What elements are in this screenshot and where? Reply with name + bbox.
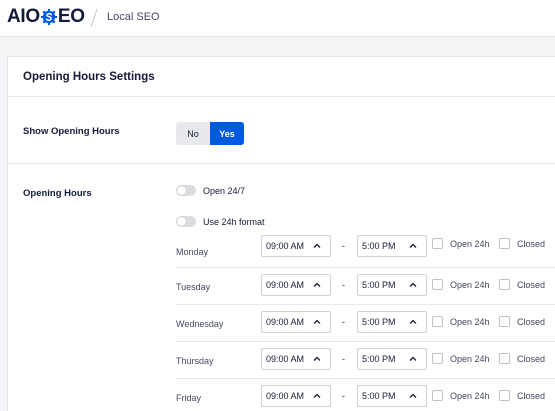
- day-row-thursday: Thursday 09:00 AM - 5:00 PM Open 24h Clo…: [176, 341, 555, 378]
- day-row-tuesday: Tuesday 09:00 AM - 5:00 PM Open 24h Clos…: [176, 267, 555, 304]
- chevron-up-icon: [409, 393, 417, 398]
- closed-checkbox[interactable]: [499, 353, 510, 364]
- closed-label: Closed: [517, 316, 546, 327]
- open-time-select[interactable]: 09:00 AM: [261, 385, 331, 407]
- closed-checkbox[interactable]: [499, 238, 510, 249]
- day-row-monday: Monday 09:00 AM - 5:00 PM Open 24h Close…: [176, 234, 555, 271]
- chevron-up-icon: [313, 319, 321, 324]
- open-24h-option: Open 24h: [432, 390, 490, 401]
- closed-option: Closed: [499, 279, 545, 290]
- open-24h-option: Open 24h: [432, 316, 490, 327]
- open-24h-option: Open 24h: [432, 279, 490, 290]
- closed-option: Closed: [499, 316, 545, 327]
- open-247-label: Open 24/7: [203, 185, 246, 196]
- open-24h-checkbox[interactable]: [432, 238, 443, 249]
- open-24h-option: Open 24h: [432, 238, 490, 249]
- use-24h-switch[interactable]: [176, 216, 196, 227]
- close-time-select[interactable]: 5:00 PM: [357, 274, 427, 296]
- chevron-up-icon: [313, 356, 321, 361]
- closed-checkbox[interactable]: [499, 279, 510, 290]
- open-24h-checkbox[interactable]: [432, 316, 443, 327]
- chevron-up-icon: [313, 243, 321, 248]
- open-24h-label: Open 24h: [450, 353, 490, 364]
- open-time-select[interactable]: 09:00 AM: [261, 274, 331, 296]
- card-title: Opening Hours Settings: [23, 71, 155, 83]
- breadcrumb-current: Local SEO: [107, 11, 160, 23]
- opening-hours-card: Opening Hours Settings Show Opening Hour…: [7, 56, 555, 411]
- logo-prefix: AIO: [7, 6, 40, 27]
- day-name: Tuesday: [176, 282, 211, 292]
- open-24h-option: Open 24h: [432, 353, 490, 364]
- logo-suffix: EO: [57, 6, 85, 27]
- show-hours-toggle: No Yes: [176, 122, 244, 145]
- use-24h-toggle-row: Use 24h format: [176, 216, 265, 227]
- time-separator: -: [342, 317, 345, 327]
- chevron-up-icon: [409, 243, 417, 248]
- top-bar: AIO EO Local SEO: [0, 0, 555, 37]
- open-24h-checkbox[interactable]: [432, 353, 443, 364]
- closed-label: Closed: [517, 238, 546, 249]
- opening-hours-label: Opening Hours: [23, 188, 92, 199]
- day-row-wednesday: Wednesday 09:00 AM - 5:00 PM Open 24h Cl…: [176, 304, 555, 341]
- open-time-select[interactable]: 09:00 AM: [261, 235, 331, 257]
- day-row-friday: Friday 09:00 AM - 5:00 PM Open 24h Close…: [176, 378, 555, 411]
- aioseo-logo[interactable]: AIO EO: [7, 7, 85, 27]
- chevron-up-icon: [313, 393, 321, 398]
- open-time-select[interactable]: 09:00 AM: [261, 348, 331, 370]
- no-button[interactable]: No: [176, 122, 210, 145]
- open-24h-checkbox[interactable]: [432, 390, 443, 401]
- open-24h-label: Open 24h: [450, 390, 490, 401]
- day-name: Monday: [176, 247, 209, 257]
- show-hours-label: Show Opening Hours: [23, 126, 120, 137]
- open-24h-label: Open 24h: [450, 238, 490, 249]
- chevron-up-icon: [313, 282, 321, 287]
- day-name: Thursday: [176, 356, 214, 366]
- closed-label: Closed: [517, 353, 546, 364]
- closed-option: Closed: [499, 238, 545, 249]
- yes-button[interactable]: Yes: [210, 122, 244, 145]
- closed-checkbox[interactable]: [499, 390, 510, 401]
- close-time-select[interactable]: 5:00 PM: [357, 385, 427, 407]
- time-separator: -: [342, 280, 345, 290]
- open-24h-label: Open 24h: [450, 316, 490, 327]
- open-24h-label: Open 24h: [450, 279, 490, 290]
- chevron-up-icon: [409, 282, 417, 287]
- open-24h-checkbox[interactable]: [432, 279, 443, 290]
- close-time-select[interactable]: 5:00 PM: [357, 348, 427, 370]
- closed-option: Closed: [499, 353, 545, 364]
- time-separator: -: [342, 391, 345, 401]
- closed-label: Closed: [517, 279, 546, 290]
- open-time-select[interactable]: 09:00 AM: [261, 311, 331, 333]
- open-247-switch[interactable]: [176, 185, 196, 196]
- closed-checkbox[interactable]: [499, 316, 510, 327]
- time-separator: -: [342, 241, 345, 251]
- breadcrumb-separator: [90, 8, 98, 28]
- open-247-toggle-row: Open 24/7: [176, 185, 245, 196]
- divider: [8, 96, 555, 97]
- close-time-select[interactable]: 5:00 PM: [357, 235, 427, 257]
- closed-label: Closed: [517, 390, 546, 401]
- day-name: Wednesday: [176, 319, 224, 329]
- use-24h-label: Use 24h format: [203, 216, 265, 227]
- time-separator: -: [342, 354, 345, 364]
- gear-s-icon: [40, 9, 57, 25]
- day-name: Friday: [176, 393, 202, 403]
- chevron-up-icon: [409, 356, 417, 361]
- chevron-up-icon: [409, 319, 417, 324]
- divider: [8, 163, 555, 164]
- closed-option: Closed: [499, 390, 545, 401]
- close-time-select[interactable]: 5:00 PM: [357, 311, 427, 333]
